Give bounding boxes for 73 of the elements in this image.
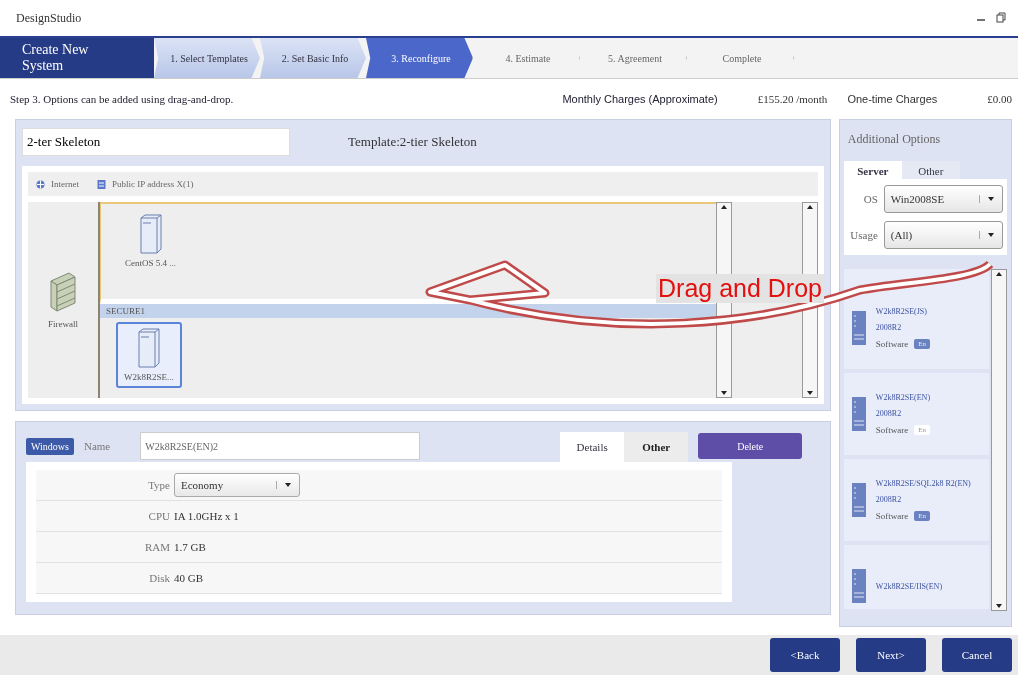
spec-label: Disk [148, 572, 170, 584]
spec-value: 1.7 GB [174, 541, 206, 553]
spec-value: IA 1.0GHz x 1 [174, 510, 239, 522]
monthly-charges-value: £155.20 /month [757, 93, 828, 105]
server-icon [851, 483, 866, 517]
wizard-step[interactable]: 2. Set Basic Info [260, 38, 366, 78]
software-label: Software [875, 339, 909, 349]
server-name-field[interactable]: W2k8R2SE(EN)2 [140, 432, 421, 460]
caret-icon [979, 195, 996, 203]
nav-button[interactable]: <Back [770, 638, 840, 672]
option-title: W2k8R2SE(EN) [875, 393, 931, 402]
wizard-title: Create New System [0, 38, 154, 78]
scroll-down-icon[interactable] [806, 389, 813, 397]
option-version: 2008R2 [875, 495, 903, 504]
os-tag: Windows [26, 437, 74, 455]
firewall-label: Firewall [48, 319, 78, 329]
server-icon [851, 569, 866, 603]
software-label: Software [875, 425, 909, 435]
filter-label: Usage [849, 229, 878, 241]
details-tab[interactable]: Other [624, 432, 689, 462]
public-ip-label: Public IP address X(1) [112, 179, 194, 189]
filter-dropdown[interactable]: Win2008SE [883, 185, 1003, 213]
nav-button[interactable]: Cancel [942, 638, 1012, 672]
server-node[interactable]: W2k8R2SE... [116, 321, 182, 388]
onetime-charges-value: £0.00 [987, 93, 1012, 105]
globe-icon [36, 178, 45, 190]
scroll-down-icon[interactable] [996, 602, 1002, 610]
server-icon [136, 327, 161, 368]
filter-label: OS [862, 193, 878, 205]
window-title: DesignStudio [16, 10, 82, 26]
server-node[interactable]: CentOS 5.4 ... [117, 208, 184, 274]
option-title: W2k8R2SE(JS) [875, 307, 928, 316]
spec-label: RAM [143, 541, 170, 553]
server-name: CentOS 5.4 ... [125, 258, 176, 268]
annotation-label: Drag and Drop [656, 274, 824, 303]
options-tab[interactable]: Server [843, 161, 902, 179]
details-tab[interactable]: Details [560, 432, 625, 462]
option-title: W2k8R2SE/SQL2k8 R2(EN) [875, 479, 971, 488]
software-label: Software [875, 511, 909, 521]
spec-label: CPU [147, 510, 170, 522]
onetime-charges-label: One-time Charges [847, 93, 938, 105]
server-icon [138, 214, 163, 254]
spec-value: 40 GB [174, 572, 204, 584]
options-tab[interactable]: Other [901, 161, 960, 179]
scroll-up-icon[interactable] [806, 203, 813, 211]
restore-icon[interactable] [996, 12, 1006, 24]
address-icon [97, 178, 106, 190]
step-instruction: Step 3. Options can be added using drag-and-drop. [10, 93, 235, 105]
option-version: 2008R2 [875, 323, 903, 332]
option-version: 2008R2 [875, 409, 903, 418]
name-label: Name [83, 440, 111, 452]
caret-icon [979, 231, 996, 239]
server-icon [851, 311, 866, 345]
option-title: W2k8R2SE/IIS(EN) [875, 581, 943, 591]
server-name: W2k8R2SE... [124, 371, 174, 382]
caret-icon [276, 481, 293, 489]
wizard-step[interactable]: 1. Select Templates [154, 38, 260, 78]
monthly-charges-label: Monthly Charges (Approximate) [562, 93, 718, 105]
firewall-icon [48, 271, 78, 313]
options-title: Additional Options [846, 131, 942, 148]
server-icon [851, 397, 866, 431]
scrollbar[interactable] [991, 269, 1007, 611]
internet-label: Internet [51, 179, 79, 189]
option-card[interactable]: W2k8R2SE/IIS(EN) [843, 545, 989, 609]
system-name-field[interactable]: 2-ter Skeleton [22, 128, 290, 156]
scroll-up-icon[interactable] [996, 270, 1002, 278]
nav-button[interactable]: Next> [856, 638, 926, 672]
filter-dropdown[interactable]: (All) [883, 221, 1003, 249]
spec-label: Type [147, 479, 170, 491]
wizard-step[interactable]: 3. Reconfigure [366, 38, 473, 78]
delete-button[interactable]: Delete [698, 433, 803, 459]
template-label: Template:2-tier Skeleton [348, 134, 477, 150]
type-dropdown[interactable]: Economy [174, 473, 300, 497]
